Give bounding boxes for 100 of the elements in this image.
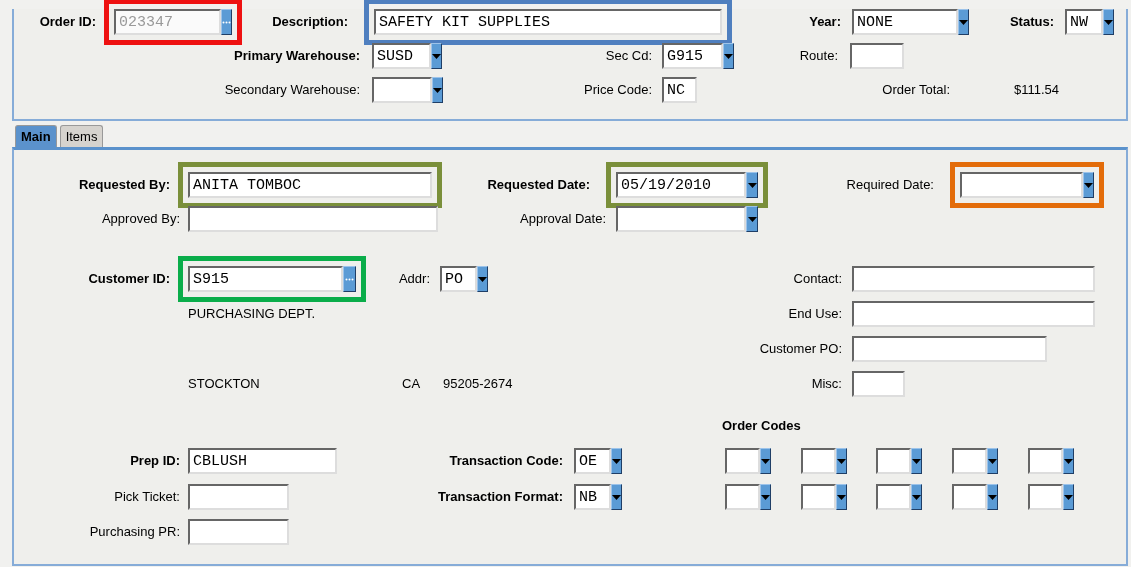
input-field[interactable] bbox=[188, 484, 289, 510]
input-field[interactable]: SAFETY KIT SUPPLIES bbox=[374, 9, 722, 35]
input-field[interactable] bbox=[852, 266, 1095, 292]
caret-down-icon bbox=[912, 458, 921, 464]
field-label: Transaction Code: bbox=[448, 452, 564, 471]
dropdown-button[interactable] bbox=[760, 448, 771, 474]
dropdown-button[interactable] bbox=[911, 448, 922, 474]
field-label: Purchasing PR: bbox=[88, 523, 181, 542]
value-text: $111.54 bbox=[1014, 81, 1061, 100]
field-label: Approval Date: bbox=[519, 210, 607, 229]
caret-down-icon bbox=[837, 458, 846, 464]
caret-down-icon bbox=[912, 494, 921, 500]
input-field[interactable] bbox=[188, 206, 438, 232]
dropdown-button[interactable] bbox=[477, 266, 488, 292]
field-label: Pick Ticket: bbox=[113, 488, 181, 507]
caret-down-icon bbox=[1064, 458, 1073, 464]
input-field[interactable]: PO bbox=[440, 266, 477, 292]
dropdown-button[interactable] bbox=[746, 172, 758, 198]
dropdown-button[interactable] bbox=[836, 484, 847, 510]
caret-down-icon bbox=[959, 19, 968, 25]
input-field[interactable]: S915 bbox=[188, 266, 343, 292]
field-label: Description: bbox=[271, 13, 349, 32]
caret-down-icon bbox=[1104, 19, 1113, 25]
caret-down-icon bbox=[761, 458, 770, 464]
input-field[interactable] bbox=[852, 336, 1047, 362]
input-field[interactable] bbox=[1028, 484, 1063, 510]
tab[interactable]: Main bbox=[15, 124, 57, 147]
caret-down-icon bbox=[837, 494, 846, 500]
input-field[interactable] bbox=[852, 301, 1095, 327]
dropdown-button[interactable] bbox=[836, 448, 847, 474]
field-label: Order Total: bbox=[881, 81, 951, 100]
input-field[interactable]: 05/19/2010 bbox=[616, 172, 747, 198]
ellipsis-icon bbox=[344, 277, 354, 281]
input-field[interactable] bbox=[725, 484, 760, 510]
input-field[interactable] bbox=[876, 448, 911, 474]
input-field[interactable]: NW bbox=[1065, 9, 1103, 35]
input-field[interactable] bbox=[725, 448, 760, 474]
input-field[interactable]: NONE bbox=[852, 9, 958, 35]
caret-down-icon bbox=[747, 182, 757, 188]
field-label: Contact: bbox=[792, 270, 843, 289]
dropdown-button[interactable] bbox=[611, 448, 622, 474]
dropdown-button[interactable] bbox=[611, 484, 622, 510]
input-field[interactable]: NB bbox=[574, 484, 611, 510]
dropdown-button[interactable] bbox=[1103, 9, 1114, 35]
dropdown-button[interactable] bbox=[958, 9, 969, 35]
caret-down-icon bbox=[747, 216, 757, 222]
input-field[interactable] bbox=[801, 484, 836, 510]
tab[interactable]: Items bbox=[59, 124, 104, 147]
input-field[interactable] bbox=[876, 484, 911, 510]
input-field[interactable]: G915 bbox=[662, 43, 723, 69]
input-field[interactable] bbox=[960, 172, 1083, 198]
input-field[interactable]: ANITA TOMBOC bbox=[188, 172, 432, 198]
field-label: End Use: bbox=[787, 305, 843, 324]
field-label: Order ID: bbox=[38, 13, 97, 32]
input-field[interactable]: OE bbox=[574, 448, 611, 474]
dropdown-button[interactable] bbox=[723, 43, 734, 69]
caret-down-icon bbox=[1064, 494, 1073, 500]
dropdown-button[interactable] bbox=[987, 448, 998, 474]
input-field[interactable]: CBLUSH bbox=[188, 448, 337, 474]
caret-down-icon bbox=[761, 494, 770, 500]
input-field[interactable] bbox=[952, 484, 987, 510]
caret-down-icon bbox=[612, 458, 621, 464]
caret-down-icon bbox=[612, 494, 621, 500]
dropdown-button[interactable] bbox=[987, 484, 998, 510]
field-label: Status: bbox=[1008, 13, 1055, 32]
input-field[interactable] bbox=[616, 206, 747, 232]
field-label: Addr: bbox=[397, 270, 431, 289]
field-label: Approved By: bbox=[100, 210, 181, 229]
value-text: STOCKTON bbox=[188, 375, 261, 394]
dropdown-button[interactable] bbox=[1063, 484, 1074, 510]
dropdown-button[interactable] bbox=[1063, 448, 1074, 474]
input-field[interactable] bbox=[372, 77, 432, 103]
dropdown-button[interactable] bbox=[432, 77, 443, 103]
dropdown-button[interactable] bbox=[760, 484, 771, 510]
caret-down-icon bbox=[433, 87, 442, 93]
input-field[interactable] bbox=[852, 371, 905, 397]
input-field[interactable]: NC bbox=[662, 77, 697, 103]
field-label: Transaction Format: bbox=[437, 488, 564, 507]
caret-down-icon bbox=[988, 458, 997, 464]
ellipsis-icon bbox=[222, 20, 231, 24]
input-field[interactable] bbox=[850, 43, 904, 69]
input-field[interactable] bbox=[188, 519, 289, 545]
field-label: Price Code: bbox=[583, 81, 653, 100]
caret-down-icon bbox=[478, 276, 487, 282]
field-label: Customer PO: bbox=[758, 340, 843, 359]
input-field[interactable] bbox=[952, 448, 987, 474]
input-field[interactable]: SUSD bbox=[372, 43, 431, 69]
input-field[interactable] bbox=[1028, 448, 1063, 474]
caret-down-icon bbox=[1084, 182, 1093, 188]
dropdown-button[interactable] bbox=[911, 484, 922, 510]
field-label: Misc: bbox=[810, 375, 843, 394]
field-label: Sec Cd: bbox=[604, 47, 653, 66]
dropdown-button[interactable] bbox=[746, 206, 758, 232]
dropdown-button[interactable] bbox=[431, 43, 442, 69]
section-heading: Order Codes bbox=[722, 417, 802, 436]
field-label: Customer ID: bbox=[87, 270, 171, 289]
dropdown-button[interactable] bbox=[1083, 172, 1094, 198]
value-text: CA bbox=[402, 375, 422, 394]
input-field[interactable] bbox=[801, 448, 836, 474]
caret-down-icon bbox=[988, 494, 997, 500]
